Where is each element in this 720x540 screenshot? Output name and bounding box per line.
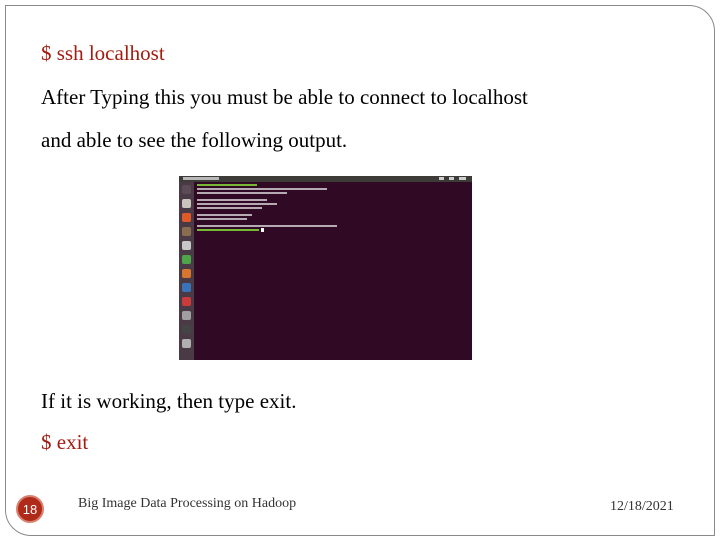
footer-title: Big Image Data Processing on Hadoop [78,496,297,511]
instruction-line-3: If it is working, then type exit. [41,389,297,413]
slide-number-badge: 18 [16,495,44,523]
ssh-command-text: $ ssh localhost [41,41,165,65]
terminal-screenshot [179,176,472,360]
screenshot-terminal-area [195,182,472,360]
instruction-line-1: After Typing this you must be able to co… [41,85,528,109]
instruction-line-2: and able to see the following output. [41,128,348,152]
footer-date: 12/18/2021 [610,499,674,514]
screenshot-launcher [179,182,194,360]
exit-command-text: $ exit [41,430,89,454]
